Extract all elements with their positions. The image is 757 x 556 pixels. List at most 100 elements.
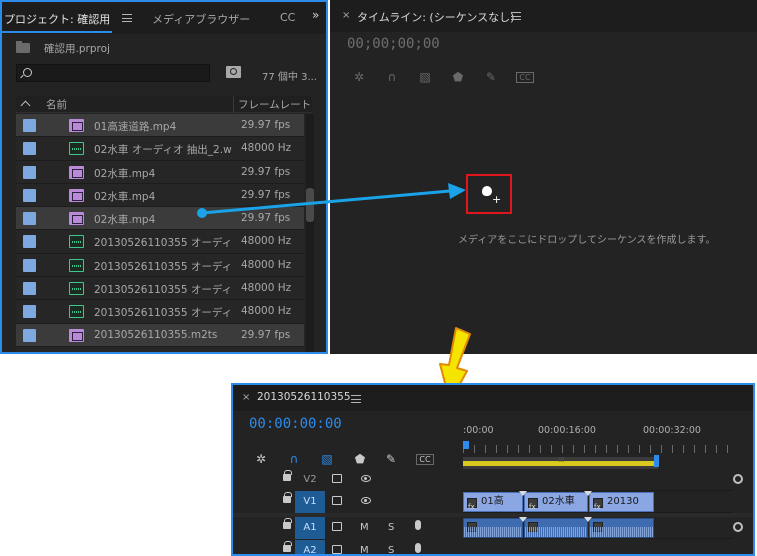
- video-clip[interactable]: fx 20130: [589, 492, 654, 512]
- track-lane-v2[interactable]: [463, 469, 733, 491]
- work-area-grip[interactable]: III: [558, 456, 564, 464]
- panel-menu-icon[interactable]: [122, 14, 132, 22]
- project-item-row[interactable]: 20130526110355 オーディ 48000 Hz: [16, 277, 304, 301]
- track-lane-a1[interactable]: [463, 517, 733, 539]
- label-color-swatch[interactable]: [23, 351, 36, 352]
- project-item-row[interactable]: 02水車.mp4 29.97 fps: [16, 183, 304, 208]
- captions-cc-icon[interactable]: CC: [416, 454, 434, 465]
- project-item-row[interactable]: 20130526110355 オーディ 48000 Hz: [16, 300, 304, 324]
- sequence-title[interactable]: 20130526110355: [257, 391, 351, 403]
- column-divider[interactable]: [233, 96, 234, 113]
- close-icon[interactable]: ×: [242, 392, 250, 403]
- column-header-framerate[interactable]: フレームレート: [238, 97, 311, 112]
- item-framerate: 29.97 fps: [241, 212, 291, 225]
- sequence-timecode[interactable]: 00:00:00:00: [249, 416, 342, 432]
- label-color-swatch[interactable]: [23, 188, 36, 202]
- label-color-swatch[interactable]: [23, 212, 36, 226]
- captions-cc-icon[interactable]: CC: [516, 72, 534, 83]
- snap-magnet-icon[interactable]: ∩: [385, 70, 399, 84]
- item-framerate: 29.97 fps: [241, 188, 291, 201]
- sync-lock-icon[interactable]: [332, 474, 342, 483]
- sync-lock-icon[interactable]: [332, 496, 342, 505]
- timeline-title[interactable]: タイムライン: (シーケンスなし): [357, 9, 514, 25]
- timeline-panel-empty[interactable]: × タイムライン: (シーケンスなし) » 00;00;00;00 ✲ ∩ ▧ …: [312, 0, 757, 354]
- tab-project[interactable]: プロジェクト: 確認用: [4, 11, 110, 27]
- project-item-row[interactable]: 20130526110355 オーディ 48000 Hz: [16, 253, 304, 278]
- sort-chevron-up-icon[interactable]: [20, 100, 31, 111]
- label-color-swatch[interactable]: [23, 235, 36, 249]
- linked-selection-icon[interactable]: ▧: [319, 452, 335, 466]
- insert-nest-icon[interactable]: ✲: [352, 70, 366, 84]
- tab-media-browser[interactable]: メディアブラウザー: [152, 11, 250, 27]
- video-clip[interactable]: fx 01高: [463, 492, 523, 512]
- track-target-v1[interactable]: V1: [295, 491, 325, 513]
- playhead-timecode[interactable]: 00;00;00;00: [347, 36, 440, 52]
- vertical-scroll-knob[interactable]: [733, 474, 743, 484]
- audio-clip-icon: [69, 142, 84, 156]
- timeline-panel-sequence[interactable]: × 20130526110355 00:00:00:00 ✲ ∩ ▧ ⬟ ✎ C…: [231, 383, 755, 556]
- wrench-settings-icon[interactable]: ✎: [484, 70, 498, 84]
- add-marker-icon[interactable]: ⬟: [352, 452, 368, 466]
- close-icon[interactable]: ×: [342, 10, 350, 21]
- label-color-swatch[interactable]: [23, 165, 36, 179]
- active-tab-indicator: [2, 31, 112, 33]
- project-item-row[interactable]: 20130526110355 オーディ 48000 Hz: [16, 230, 304, 254]
- video-clip[interactable]: fx 02水車: [524, 492, 588, 512]
- track-target-v2[interactable]: V2: [295, 469, 325, 491]
- snap-magnet-icon[interactable]: ∩: [286, 452, 302, 466]
- lock-icon[interactable]: [283, 518, 292, 529]
- audio-clip[interactable]: [463, 518, 523, 538]
- track-lane-a2[interactable]: [463, 540, 733, 554]
- microphone-icon[interactable]: [415, 543, 421, 553]
- scrollbar-thumb[interactable]: [306, 188, 314, 222]
- project-item-row[interactable]: 20130526110355.m2ts 29.97 fps: [16, 346, 304, 352]
- track-target-a1[interactable]: A1: [295, 517, 325, 539]
- vertical-scroll-knob[interactable]: [733, 522, 743, 532]
- solo-button[interactable]: S: [388, 522, 394, 533]
- panel-overflow-icon[interactable]: »: [312, 8, 319, 22]
- find-in-bin-icon[interactable]: [226, 66, 241, 78]
- label-color-swatch[interactable]: [23, 282, 36, 296]
- timeline-menu-icon[interactable]: [511, 12, 521, 20]
- track-target-a2[interactable]: A2: [295, 540, 325, 554]
- label-color-swatch[interactable]: [23, 328, 36, 342]
- linked-selection-icon[interactable]: ▧: [418, 70, 432, 84]
- track-lane-v1[interactable]: fx 01高 fx 02水車 fx 20130: [463, 491, 733, 513]
- insert-nest-icon[interactable]: ✲: [253, 452, 269, 466]
- solo-button[interactable]: S: [388, 545, 394, 554]
- tab-cc[interactable]: CC: [280, 11, 295, 24]
- time-ruler[interactable]: :00:00 00:00:16:00 00:00:32:00: [463, 425, 733, 461]
- label-color-swatch[interactable]: [23, 258, 36, 272]
- wrench-settings-icon[interactable]: ✎: [383, 452, 399, 466]
- microphone-icon[interactable]: [415, 520, 421, 530]
- project-item-row[interactable]: 02水車.mp4 29.97 fps: [16, 207, 304, 231]
- audio-clip[interactable]: [524, 518, 588, 538]
- mute-button[interactable]: M: [360, 522, 369, 533]
- list-scrollbar[interactable]: [306, 114, 314, 352]
- lock-icon[interactable]: [283, 492, 292, 503]
- add-marker-icon[interactable]: ⬟: [451, 70, 465, 84]
- eye-icon[interactable]: [361, 497, 371, 504]
- project-item-row[interactable]: 02水車.mp4 29.97 fps: [16, 160, 304, 184]
- project-item-row[interactable]: 02水車 オーディオ 抽出_2.w 48000 Hz: [16, 137, 304, 161]
- lock-icon[interactable]: [283, 541, 292, 552]
- label-color-swatch[interactable]: [23, 305, 36, 319]
- sequence-icon: [69, 119, 84, 132]
- lock-icon[interactable]: [283, 470, 292, 481]
- project-item-row[interactable]: 01高速道路.mp4 29.97 fps: [16, 114, 304, 138]
- playhead[interactable]: [463, 441, 469, 449]
- item-framerate: 48000 Hz: [241, 305, 292, 318]
- search-input[interactable]: [16, 64, 210, 82]
- item-framerate: 48000 Hz: [241, 235, 292, 248]
- label-color-swatch[interactable]: [23, 119, 36, 132]
- project-item-row[interactable]: 20130526110355.m2ts 29.97 fps: [16, 323, 304, 347]
- sync-lock-icon[interactable]: [332, 545, 342, 554]
- work-area-end-handle[interactable]: [654, 455, 659, 467]
- sequence-menu-icon[interactable]: [351, 395, 361, 403]
- column-header-name[interactable]: 名前: [46, 97, 67, 112]
- mute-button[interactable]: M: [360, 545, 369, 554]
- sync-lock-icon[interactable]: [332, 522, 342, 531]
- label-color-swatch[interactable]: [23, 142, 36, 156]
- audio-clip[interactable]: [589, 518, 654, 538]
- eye-icon[interactable]: [361, 475, 371, 482]
